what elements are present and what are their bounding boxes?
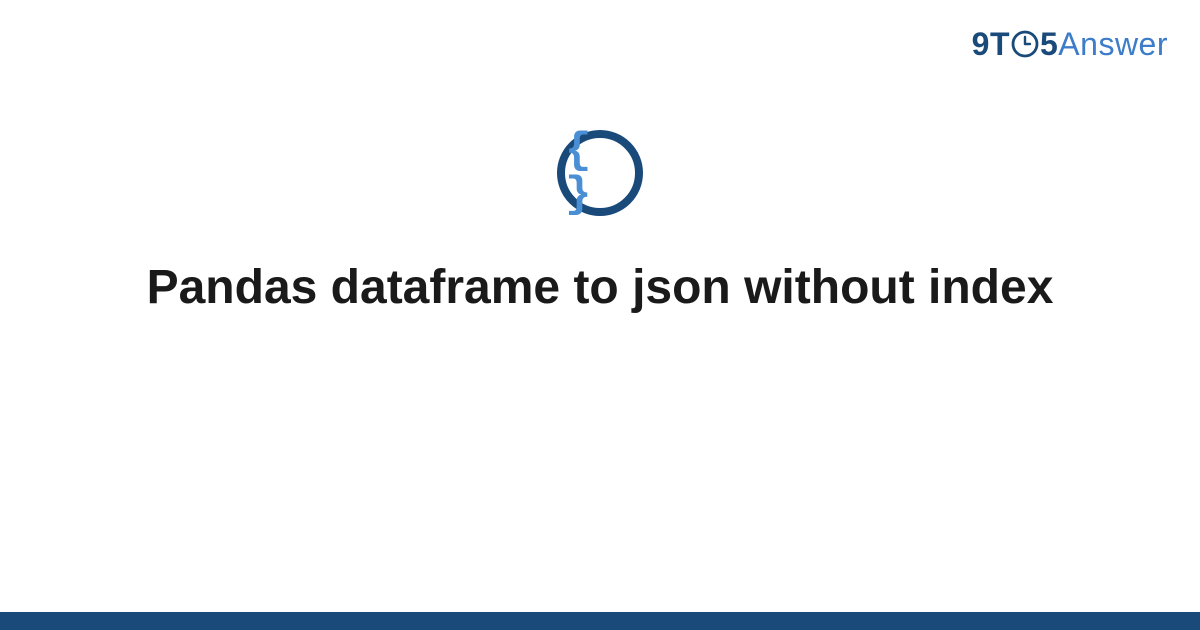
logo-nine: 9: [972, 26, 990, 62]
site-logo: 9T5Answer: [972, 26, 1168, 63]
logo-t: T: [990, 26, 1010, 62]
logo-answer: Answer: [1058, 26, 1168, 62]
page-title: Pandas dataframe to json without index: [147, 258, 1054, 318]
category-icon-circle: { }: [557, 130, 643, 216]
logo-five: 5: [1040, 26, 1058, 62]
braces-icon: { }: [565, 129, 635, 217]
clock-icon: [1011, 30, 1039, 58]
main-content: { } Pandas dataframe to json without ind…: [0, 130, 1200, 318]
bottom-accent-bar: [0, 612, 1200, 630]
